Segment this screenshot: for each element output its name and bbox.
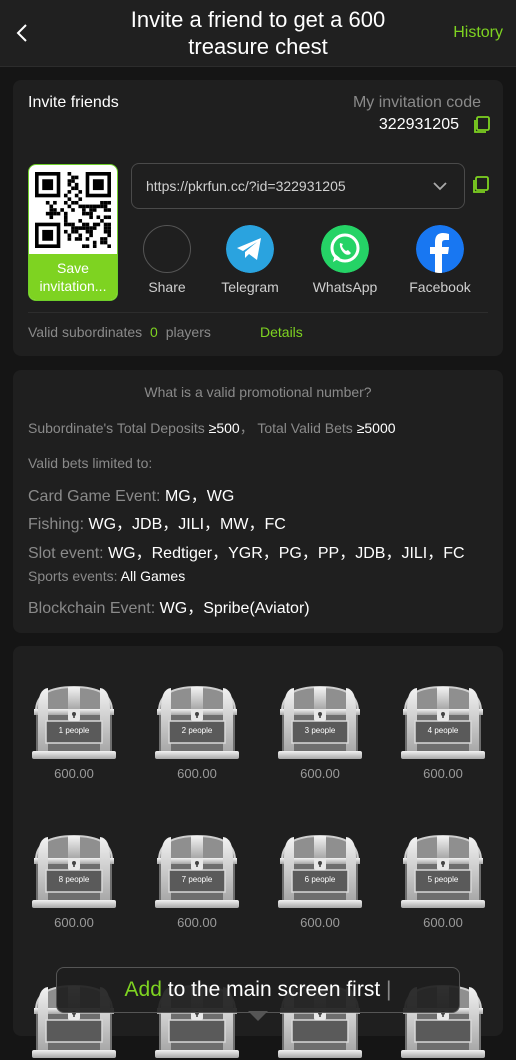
top-bar: Invite a friend to get a 600 treasure ch…	[0, 0, 516, 67]
share-icon	[143, 225, 191, 273]
bets-label: Total Valid Bets	[257, 420, 353, 436]
treasure-chest-icon	[31, 686, 117, 760]
share-options: Share Telegram WhatsApp Facebook	[131, 225, 503, 300]
chest-people: 6 people	[304, 875, 336, 884]
event-slot: Slot event: WG，Redtiger，YGR，PG，PP，JDB，JI…	[28, 539, 465, 563]
event-value: WG，Spribe(Aviator)	[159, 600, 310, 617]
event-value: All Games	[120, 568, 186, 584]
treasure-chest[interactable]: 6 people 600.00	[274, 830, 366, 930]
chest-people: 3 people	[304, 726, 336, 735]
add-to-home-toast[interactable]: Add to the main screen first |	[56, 967, 460, 1013]
details-link[interactable]: Details	[260, 324, 303, 340]
event-label: Card Game Event:	[28, 488, 161, 505]
valid-subordinates-count: 0	[150, 324, 158, 340]
event-sports: Sports events: All Games	[28, 568, 185, 584]
event-value: WG，Redtiger，YGR，PG，PP，JDB，JILI，FC	[108, 545, 465, 562]
rules-card: What is a valid promotional number? Subo…	[13, 370, 503, 633]
chest-amount: 600.00	[423, 766, 463, 781]
event-fishing: Fishing: WG，JDB，JILI，MW，FC	[28, 510, 286, 534]
chest-people: 1 people	[58, 726, 90, 735]
chest-amount: 600.00	[300, 766, 340, 781]
valid-subordinates-unit: players	[165, 324, 211, 340]
chevron-down-icon[interactable]	[432, 180, 448, 192]
toast-highlight: Add	[124, 978, 162, 1001]
chest-amount: 600.00	[300, 915, 340, 930]
whatsapp-icon	[321, 225, 369, 273]
event-value: MG，WG	[164, 488, 235, 505]
share-option-whatsapp[interactable]: WhatsApp	[297, 225, 393, 295]
event-label: Fishing:	[28, 516, 85, 533]
save-invitation-button[interactable]: Save invitation...	[29, 254, 117, 300]
event-value: WG，JDB，JILI，MW，FC	[88, 516, 286, 533]
chest-people: 7 people	[181, 875, 213, 884]
chest-amount: 600.00	[54, 766, 94, 781]
rules-question: What is a valid promotional number?	[144, 384, 372, 400]
chest-amount: 600.00	[54, 915, 94, 930]
qr-code-icon	[35, 172, 111, 248]
invitation-code: 322931205	[378, 116, 459, 133]
invitation-code-label: My invitation code	[352, 94, 481, 111]
share-option-facebook[interactable]: Facebook	[392, 225, 488, 295]
treasure-chest-icon	[277, 686, 363, 760]
invite-link-field[interactable]: https://pkrfun.cc/?id=322931205	[131, 163, 465, 209]
toast-text: to the main screen first	[167, 978, 381, 1001]
chest-people: 8 people	[58, 875, 90, 884]
treasure-chest[interactable]: 1 people 600.00	[28, 681, 120, 781]
back-arrow-icon[interactable]	[14, 22, 32, 44]
event-label: Blockchain Event:	[28, 600, 156, 617]
treasure-chest[interactable]: 5 people 600.00	[397, 830, 489, 930]
chest-people: 5 people	[427, 875, 459, 884]
facebook-icon	[416, 225, 464, 273]
treasure-chest-icon	[277, 835, 363, 909]
invite-friends-title: Invite friends	[28, 94, 119, 111]
treasure-chest-icon	[400, 686, 486, 760]
treasure-chest[interactable]: 3 people 600.00	[274, 681, 366, 781]
chest-amount: 600.00	[423, 915, 463, 930]
bets-value: ≥5000	[356, 420, 396, 436]
event-blockchain: Blockchain Event: WG，Spribe(Aviator)	[28, 594, 310, 618]
treasure-chest[interactable]: 8 people 600.00	[28, 830, 120, 930]
facebook-label: Facebook	[409, 279, 471, 295]
qr-code-card[interactable]: Save invitation...	[28, 164, 118, 301]
treasure-chest[interactable]: 4 people 600.00	[397, 681, 489, 781]
event-label: Sports events:	[28, 568, 118, 584]
treasure-chest-icon	[154, 835, 240, 909]
history-link[interactable]: History	[453, 24, 503, 42]
share-option-telegram[interactable]: Telegram	[202, 225, 298, 295]
chest-people: 4 people	[427, 726, 459, 735]
treasure-chest[interactable]: 7 people 600.00	[151, 830, 243, 930]
page-title: Invite a friend to get a 600 treasure ch…	[130, 7, 386, 59]
chest-amount: 600.00	[177, 766, 217, 781]
requirements-line: Subordinate's Total Deposits ≥500， Total…	[28, 420, 396, 436]
valid-subordinates-label: Valid subordinates	[28, 324, 143, 340]
chest-people: 2 people	[181, 726, 213, 735]
limited-label: Valid bets limited to:	[28, 455, 153, 471]
valid-subordinates: Valid subordinates 0 players	[28, 324, 211, 340]
deposits-label: Subordinate's Total Deposits	[28, 420, 205, 436]
divider	[28, 312, 488, 313]
event-card-game: Card Game Event: MG，WG	[28, 482, 234, 506]
treasure-chest[interactable]: 2 people 600.00	[151, 681, 243, 781]
event-label: Slot event:	[28, 545, 104, 562]
treasure-chest-icon	[154, 686, 240, 760]
chest-amount: 600.00	[177, 915, 217, 930]
invite-link: https://pkrfun.cc/?id=322931205	[146, 178, 346, 194]
telegram-label: Telegram	[221, 279, 279, 295]
whatsapp-label: WhatsApp	[312, 279, 378, 295]
treasure-chest-icon	[31, 835, 117, 909]
toast-pointer	[248, 1011, 268, 1021]
invite-card: Invite friends My invitation code 322931…	[13, 80, 503, 356]
copy-link-icon[interactable]	[472, 176, 490, 194]
deposits-value: ≥500	[208, 420, 240, 436]
treasure-chest-icon	[400, 835, 486, 909]
telegram-icon	[226, 225, 274, 273]
copy-code-icon[interactable]	[473, 116, 491, 134]
